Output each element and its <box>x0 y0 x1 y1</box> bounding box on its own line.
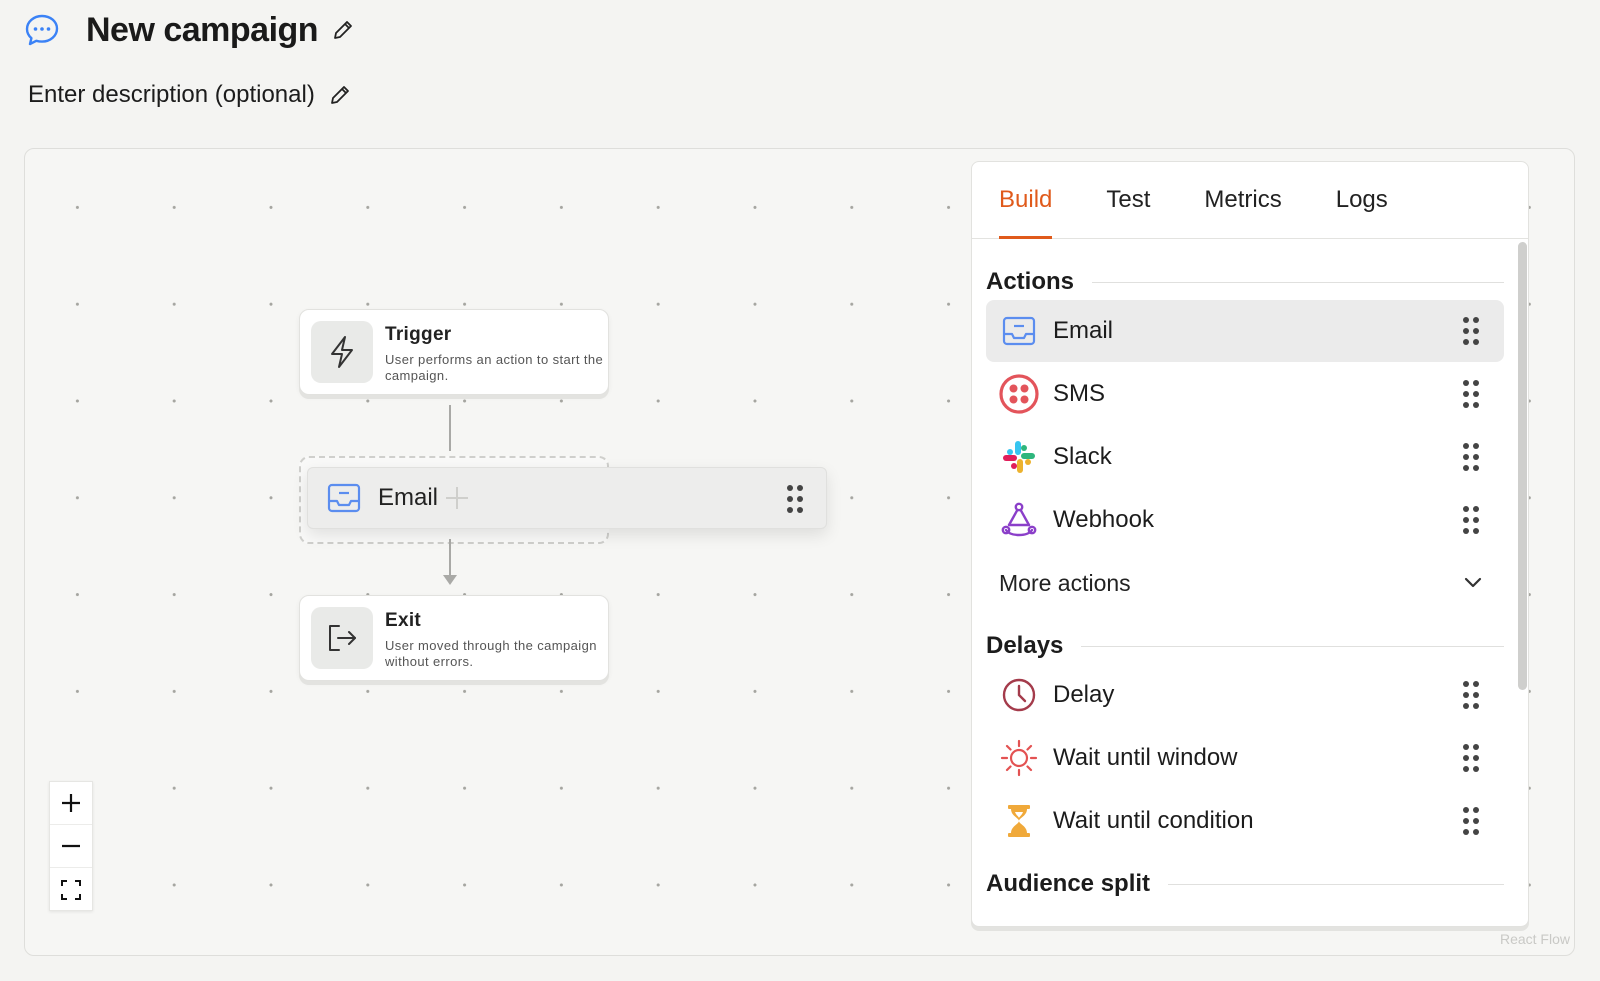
react-flow-attribution[interactable]: React Flow <box>1500 931 1570 947</box>
drag-handle-icon[interactable] <box>1462 442 1480 477</box>
arrow-head <box>443 575 457 585</box>
clock-icon <box>999 675 1039 715</box>
edge-email-to-exit <box>449 539 451 575</box>
inbox-icon <box>326 480 362 516</box>
delay-item-label: Delay <box>1053 681 1115 708</box>
zoom-controls <box>49 781 93 911</box>
edge-trigger-to-email <box>449 405 451 451</box>
panel-scrollbar[interactable] <box>1515 240 1527 926</box>
delay-item-delay[interactable]: Delay <box>986 664 1504 726</box>
dragging-card-label: Email <box>378 484 439 511</box>
tab-test[interactable]: Test <box>1106 186 1150 238</box>
dragging-email-card[interactable]: Email <box>307 467 827 529</box>
drag-handle-icon[interactable] <box>1462 743 1480 778</box>
tab-build[interactable]: Build <box>999 186 1053 239</box>
zoom-in-button[interactable] <box>50 782 92 825</box>
page-title: New campaign <box>86 10 319 49</box>
twilio-sms-icon <box>999 374 1039 414</box>
chevron-down-icon <box>1462 571 1484 598</box>
action-item-webhook[interactable]: Webhook <box>986 489 1504 551</box>
tab-metrics[interactable]: Metrics <box>1204 186 1281 238</box>
hourglass-icon <box>999 801 1039 841</box>
delay-item-wait-until-window[interactable]: Wait until window <box>986 727 1504 789</box>
actions-section-title: Actions <box>986 268 1075 295</box>
zoom-out-button[interactable] <box>50 825 92 868</box>
description-field[interactable]: Enter description (optional) <box>28 81 315 109</box>
trigger-node[interactable]: Trigger User performs an action to start… <box>299 309 609 395</box>
flow-canvas[interactable]: Trigger User performs an action to start… <box>24 148 1575 956</box>
drag-handle-icon[interactable] <box>1462 806 1480 841</box>
more-actions-label: More actions <box>999 569 1131 596</box>
exit-node[interactable]: Exit User moved through the campaign wit… <box>299 595 609 681</box>
webhook-icon <box>999 500 1039 540</box>
tab-logs[interactable]: Logs <box>1336 186 1388 238</box>
edit-title-pencil-icon[interactable] <box>330 17 356 43</box>
audience-split-section-header: Audience split <box>986 870 1504 898</box>
delay-item-wait-until-condition[interactable]: Wait until condition <box>986 790 1504 852</box>
chat-bubble-icon <box>22 10 62 50</box>
drag-handle-icon[interactable] <box>1462 505 1480 540</box>
action-item-slack[interactable]: Slack <box>986 426 1504 488</box>
scrollbar-thumb[interactable] <box>1518 242 1527 690</box>
drag-handle-icon[interactable] <box>1462 680 1480 715</box>
audience-split-section-title: Audience split <box>986 870 1151 897</box>
inbox-icon <box>999 311 1039 351</box>
delay-item-label: Wait until condition <box>1053 807 1254 834</box>
actions-section-header: Actions <box>986 268 1504 296</box>
header: New campaign <box>22 10 356 50</box>
action-item-label: SMS <box>1053 380 1106 407</box>
build-panel: Build Test Metrics Logs Actions Email SM… <box>971 161 1529 927</box>
description-row: Enter description (optional) <box>28 78 353 112</box>
sun-icon <box>999 738 1039 778</box>
more-actions-toggle[interactable]: More actions <box>999 563 1504 603</box>
drag-handle-icon[interactable] <box>1462 316 1480 351</box>
divider <box>1092 281 1504 283</box>
trigger-node-subtitle: User performs an action to start the cam… <box>385 352 604 383</box>
edit-description-pencil-icon[interactable] <box>327 82 353 108</box>
drag-handle-icon[interactable] <box>1462 379 1480 414</box>
action-item-sms[interactable]: SMS <box>986 363 1504 425</box>
slack-icon <box>999 437 1039 477</box>
add-plus-icon[interactable] <box>442 483 472 513</box>
drag-handle-icon[interactable] <box>786 484 804 519</box>
action-item-label: Webhook <box>1053 506 1154 533</box>
delays-section-title: Delays <box>986 632 1064 659</box>
divider <box>1081 645 1504 647</box>
panel-tabs: Build Test Metrics Logs <box>972 162 1528 239</box>
fit-view-button[interactable] <box>50 868 92 911</box>
lightning-icon <box>311 321 373 383</box>
action-item-email[interactable]: Email <box>986 300 1504 362</box>
divider <box>1168 883 1504 885</box>
action-item-label: Slack <box>1053 443 1112 470</box>
exit-door-icon <box>311 607 373 669</box>
exit-node-title: Exit <box>385 610 422 631</box>
delays-section-header: Delays <box>986 632 1504 660</box>
exit-node-subtitle: User moved through the campaign without … <box>385 638 597 669</box>
delay-item-label: Wait until window <box>1053 744 1238 771</box>
trigger-node-title: Trigger <box>385 324 452 345</box>
action-item-label: Email <box>1053 317 1114 344</box>
